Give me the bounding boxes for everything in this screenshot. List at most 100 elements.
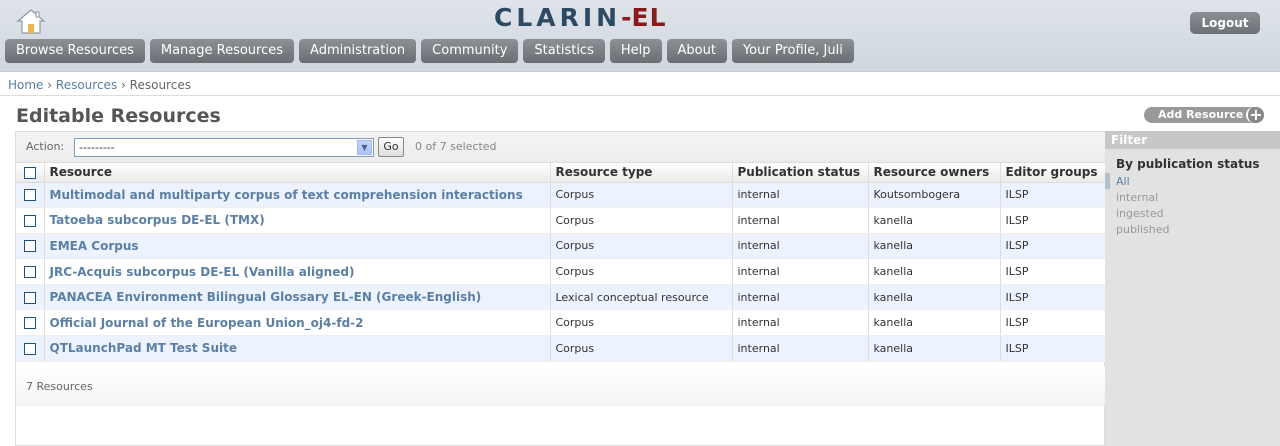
resource-cell: EMEA Corpus (44, 233, 551, 260)
nav-community[interactable]: Community (421, 39, 519, 63)
nav-statistics[interactable]: Statistics (523, 39, 605, 63)
row-checkbox-cell (16, 284, 45, 311)
filter-selected-marker (1105, 173, 1110, 189)
breadcrumb-home[interactable]: Home (8, 78, 43, 92)
editor-group-cell: ILSP (1000, 233, 1105, 260)
filter-subtitle: By publication status (1116, 157, 1260, 171)
action-select[interactable]: --------- ▼ (74, 138, 374, 157)
breadcrumb-separator: › (47, 78, 53, 92)
nav-manage-resources[interactable]: Manage Resources (149, 39, 295, 63)
column-header-resource-owners[interactable]: Resource owners (868, 163, 1001, 183)
add-resource-button[interactable]: Add Resource + (1144, 107, 1264, 123)
resource-cell: Tatoeba subcorpus DE-EL (TMX) (44, 207, 551, 234)
breadcrumb-separator: › (121, 78, 126, 92)
row-checkbox[interactable] (24, 240, 36, 253)
nav-about[interactable]: About (666, 39, 727, 63)
resource-owner-cell: kanella (868, 207, 1001, 234)
table-header-row: Resource Resource type Publication statu… (16, 163, 1105, 183)
editor-group-cell: ILSP (1000, 258, 1105, 285)
table-row: Tatoeba subcorpus DE-EL (TMX) Corpus int… (16, 207, 1105, 234)
top-header: CLARIN-EL Logout Browse Resources Manage… (0, 0, 1280, 72)
editor-group-cell: ILSP (1000, 284, 1105, 311)
select-all-checkbox[interactable] (24, 166, 36, 179)
resource-link[interactable]: JRC-Acquis subcorpus DE-EL (Vanilla alig… (50, 265, 355, 279)
column-header-resource[interactable]: Resource (44, 163, 551, 183)
row-checkbox-cell (16, 258, 45, 285)
row-checkbox-cell (16, 233, 45, 260)
publication-status-cell: internal (732, 207, 869, 234)
nav-browse-resources[interactable]: Browse Resources (5, 39, 145, 63)
main-nav: Browse Resources Manage Resources Admini… (5, 39, 854, 63)
resource-type-cell: Corpus (550, 309, 733, 337)
logo-suffix: EL (631, 3, 667, 32)
row-checkbox[interactable] (24, 317, 36, 330)
column-header-publication-status[interactable]: Publication status (732, 163, 869, 183)
home-icon[interactable] (16, 8, 46, 34)
resource-type-cell: Lexical conceptual resource (550, 284, 733, 311)
editor-group-cell: ILSP (1000, 335, 1105, 362)
site-logo: CLARIN-EL (494, 3, 667, 32)
row-checkbox[interactable] (24, 189, 36, 202)
resource-link[interactable]: Official Journal of the European Union_o… (50, 316, 364, 330)
resource-cell: PANACEA Environment Bilingual Glossary E… (44, 284, 551, 311)
row-checkbox[interactable] (24, 342, 36, 355)
result-count-bar: 7 Resources (16, 366, 1105, 406)
go-button[interactable]: Go (378, 137, 404, 157)
row-checkbox-cell (16, 182, 45, 209)
row-checkbox-cell (16, 309, 45, 337)
resource-owner-cell: kanella (868, 335, 1001, 362)
editor-group-cell: ILSP (1000, 182, 1105, 209)
editor-group-cell: ILSP (1000, 309, 1105, 337)
resource-type-cell: Corpus (550, 207, 733, 234)
resource-owner-cell: kanella (868, 233, 1001, 260)
action-label: Action: (26, 140, 65, 153)
nav-help[interactable]: Help (609, 39, 662, 63)
resource-type-cell: Corpus (550, 258, 733, 285)
select-all-cell (16, 163, 45, 183)
row-checkbox[interactable] (24, 214, 36, 227)
resource-cell: JRC-Acquis subcorpus DE-EL (Vanilla alig… (44, 258, 551, 285)
column-header-editor-groups[interactable]: Editor groups (1000, 163, 1105, 183)
breadcrumb-current: Resources (129, 78, 191, 92)
resource-link[interactable]: Multimodal and multiparty corpus of text… (50, 188, 523, 202)
filter-option-published[interactable]: published (1116, 222, 1280, 238)
page-title: Editable Resources (16, 105, 221, 127)
resource-owner-cell: kanella (868, 258, 1001, 285)
filter-option-all[interactable]: All (1116, 174, 1280, 190)
table-row: JRC-Acquis subcorpus DE-EL (Vanilla alig… (16, 258, 1105, 285)
row-checkbox[interactable] (24, 291, 36, 304)
row-checkbox[interactable] (24, 266, 36, 279)
table-row: QTLaunchPad MT Test Suite Corpus interna… (16, 335, 1105, 362)
resource-cell: Official Journal of the European Union_o… (44, 309, 551, 337)
chevron-down-icon[interactable]: ▼ (357, 140, 372, 155)
plus-icon: + (1246, 107, 1264, 123)
breadcrumb-divider (0, 95, 1280, 96)
publication-status-cell: internal (732, 258, 869, 285)
actions-bar: Action: --------- ▼ Go 0 of 7 selected (16, 132, 1105, 163)
filter-option-ingested[interactable]: ingested (1116, 206, 1280, 222)
action-select-value: --------- (79, 141, 115, 154)
logo-main: CLARIN (494, 3, 622, 32)
column-header-resource-type[interactable]: Resource type (550, 163, 733, 183)
results-panel: Action: --------- ▼ Go 0 of 7 selected R… (15, 131, 1105, 446)
table-row: EMEA Corpus Corpus internal kanella ILSP (16, 233, 1105, 260)
nav-your-profile[interactable]: Your Profile, Juli (731, 39, 854, 63)
filter-title: Filter (1105, 131, 1280, 149)
filter-options: All internal ingested published (1105, 174, 1280, 238)
row-checkbox-cell (16, 207, 45, 234)
resource-owner-cell: kanella (868, 309, 1001, 337)
breadcrumb: Home › Resources › Resources (8, 78, 191, 92)
breadcrumb-resources[interactable]: Resources (56, 78, 117, 92)
publication-status-cell: internal (732, 335, 869, 362)
nav-administration[interactable]: Administration (299, 39, 417, 63)
filter-option-internal[interactable]: internal (1116, 190, 1280, 206)
table-row: PANACEA Environment Bilingual Glossary E… (16, 284, 1105, 311)
resource-type-cell: Corpus (550, 335, 733, 362)
resource-link[interactable]: EMEA Corpus (50, 239, 139, 253)
resource-link[interactable]: QTLaunchPad MT Test Suite (50, 341, 237, 355)
resource-type-cell: Corpus (550, 182, 733, 209)
resource-link[interactable]: Tatoeba subcorpus DE-EL (TMX) (50, 213, 265, 227)
resources-table: Resource Resource type Publication statu… (16, 163, 1105, 362)
resource-link[interactable]: PANACEA Environment Bilingual Glossary E… (50, 290, 482, 304)
logout-button[interactable]: Logout (1190, 12, 1260, 34)
